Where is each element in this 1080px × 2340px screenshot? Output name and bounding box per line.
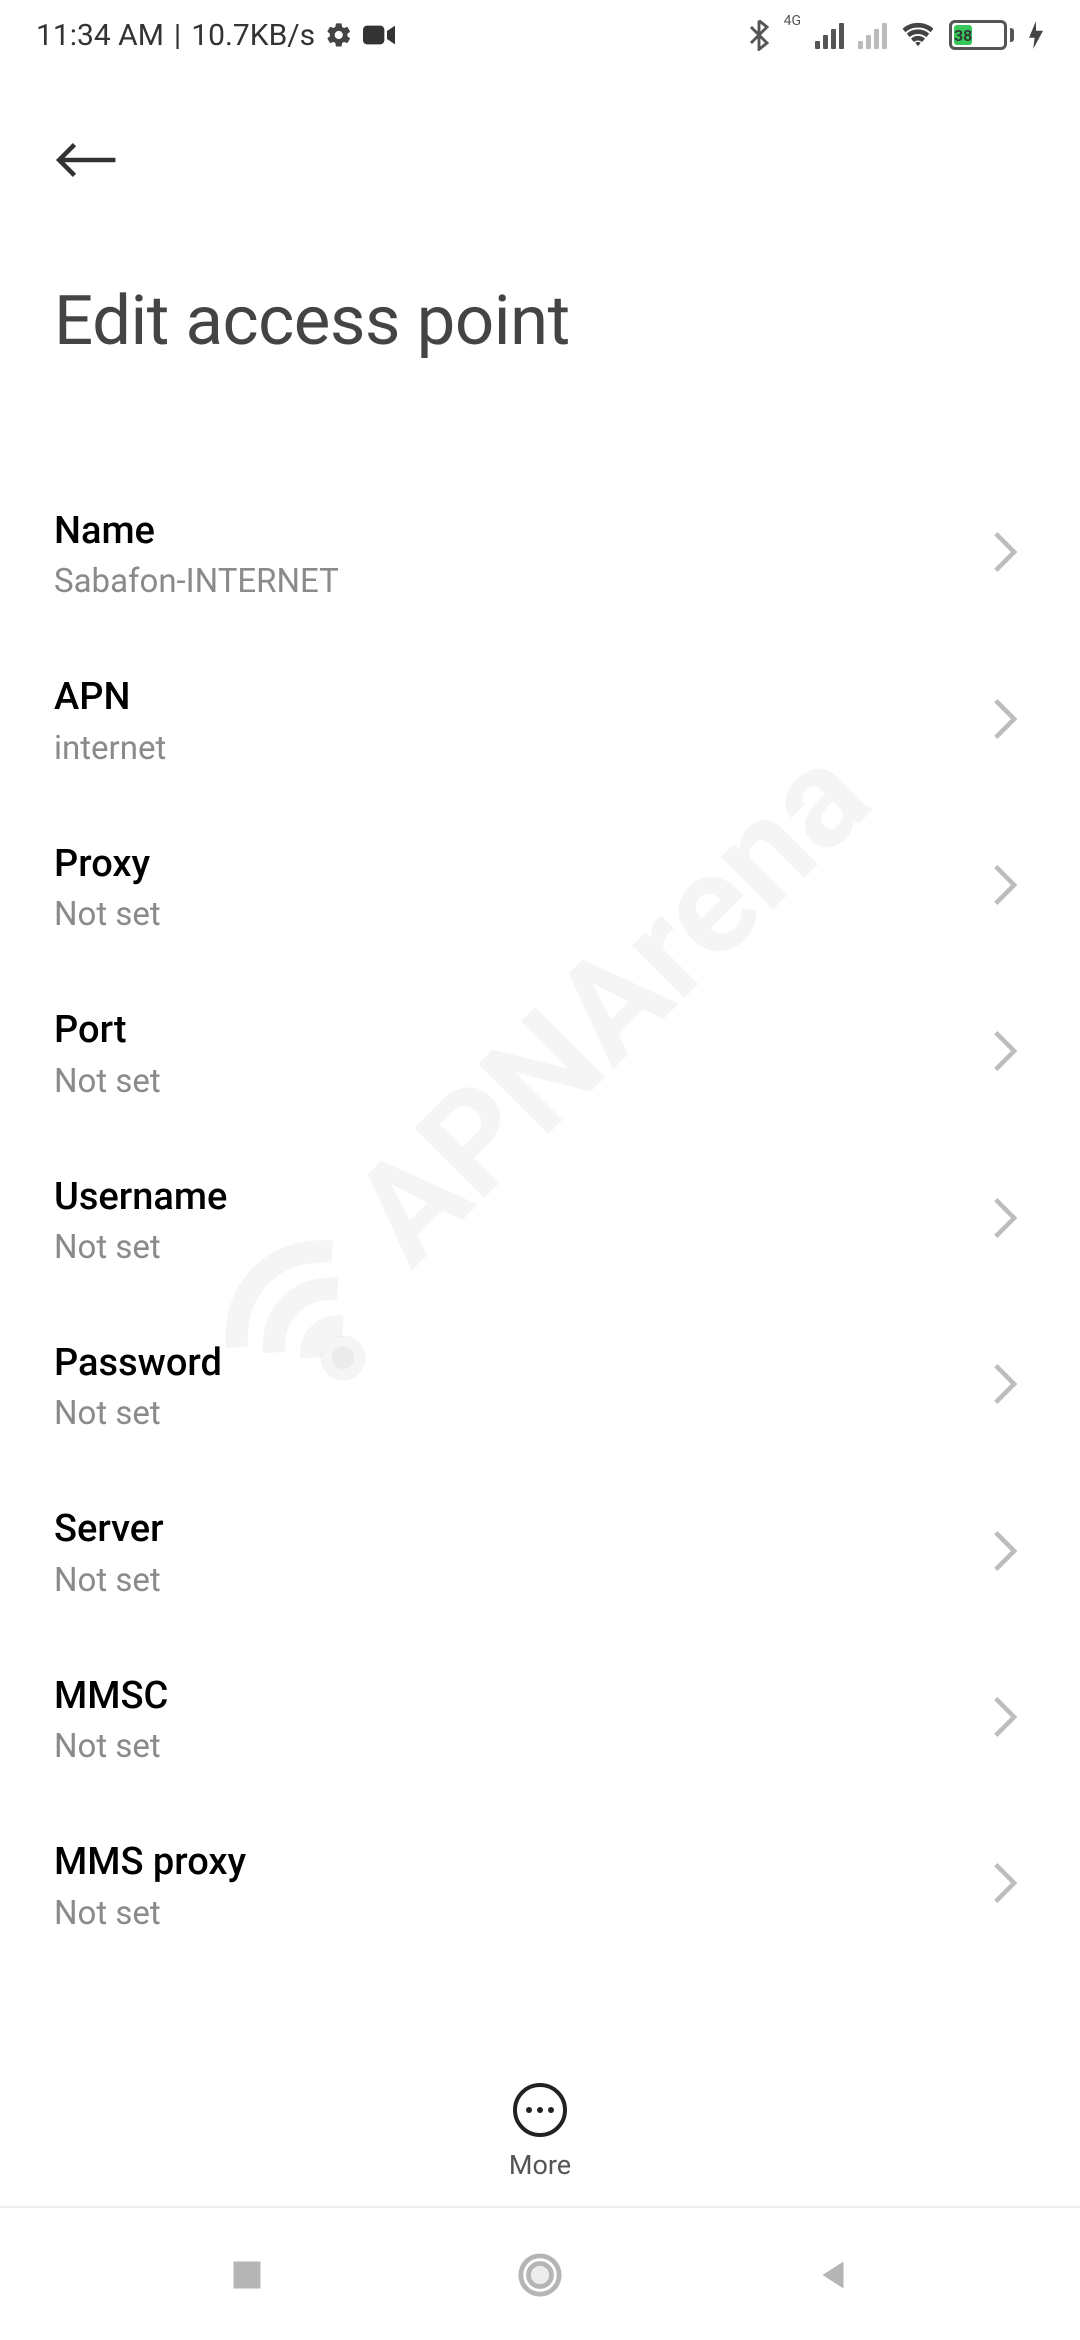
nav-home-button[interactable]: [512, 2248, 567, 2303]
setting-value: Not set: [54, 1894, 972, 1933]
battery-icon: 38: [949, 20, 1014, 50]
chevron-right-icon: [992, 1695, 1018, 1743]
chevron-right-icon: [992, 1196, 1018, 1244]
status-time: 11:34 AM: [36, 18, 164, 53]
chevron-right-icon: [992, 1861, 1018, 1909]
setting-row-server[interactable]: Server Not set: [0, 1469, 1080, 1635]
chevron-right-icon: [992, 697, 1018, 745]
video-icon: [363, 23, 395, 47]
setting-row-mmsc[interactable]: MMSC Not set: [0, 1636, 1080, 1802]
bottom-action-bar: More: [0, 2058, 1080, 2208]
arrow-left-icon: [54, 140, 118, 180]
setting-row-proxy[interactable]: Proxy Not set: [0, 804, 1080, 970]
setting-label: MMSC: [54, 1672, 972, 1721]
setting-value: Not set: [54, 1727, 972, 1766]
wifi-icon: [901, 21, 935, 49]
signal-icon-2: [858, 21, 887, 49]
chevron-right-icon: [992, 863, 1018, 911]
status-left: 11:34 AM | 10.7KB/s: [36, 18, 395, 53]
bluetooth-icon: [748, 19, 770, 51]
setting-row-port[interactable]: Port Not set: [0, 970, 1080, 1136]
gear-icon: [325, 21, 353, 49]
setting-label: Proxy: [54, 840, 972, 889]
setting-label: MMS proxy: [54, 1838, 972, 1887]
status-bar: 11:34 AM | 10.7KB/s 4G 38: [0, 0, 1080, 70]
chevron-right-icon: [992, 1362, 1018, 1410]
chevron-right-icon: [992, 530, 1018, 578]
setting-row-password[interactable]: Password Not set: [0, 1303, 1080, 1469]
navigation-bar: [0, 2210, 1080, 2340]
chevron-right-icon: [992, 1029, 1018, 1077]
page-title: Edit access point: [54, 280, 1026, 361]
setting-label: Port: [54, 1006, 972, 1055]
more-icon: [513, 2083, 567, 2137]
more-button[interactable]: More: [509, 2083, 571, 2181]
setting-row-name[interactable]: Name Sabafon-INTERNET: [0, 471, 1080, 637]
setting-value: Not set: [54, 1228, 972, 1267]
setting-value: Not set: [54, 1062, 972, 1101]
setting-label: Server: [54, 1505, 972, 1554]
setting-value: Not set: [54, 1394, 972, 1433]
nav-back-button[interactable]: [806, 2248, 861, 2303]
setting-row-apn[interactable]: APN internet: [0, 637, 1080, 803]
circle-icon: [517, 2252, 563, 2298]
back-button[interactable]: [54, 120, 134, 200]
header: Edit access point: [0, 70, 1080, 361]
triangle-left-icon: [815, 2255, 851, 2295]
charging-icon: [1028, 21, 1044, 49]
setting-value: Not set: [54, 895, 972, 934]
nav-recents-button[interactable]: [219, 2248, 274, 2303]
setting-row-username[interactable]: Username Not set: [0, 1137, 1080, 1303]
settings-list: Name Sabafon-INTERNET APN internet Proxy…: [0, 471, 1080, 1969]
setting-value: internet: [54, 729, 972, 768]
setting-value: Not set: [54, 1561, 972, 1600]
status-speed: 10.7KB/s: [191, 18, 315, 53]
square-icon: [229, 2257, 265, 2293]
more-label: More: [509, 2149, 571, 2181]
setting-label: Username: [54, 1173, 972, 1222]
setting-label: Password: [54, 1339, 972, 1388]
signal-icon-1: [815, 21, 844, 49]
setting-label: APN: [54, 673, 972, 722]
chevron-right-icon: [992, 1529, 1018, 1577]
setting-value: Sabafon-INTERNET: [54, 562, 972, 601]
status-right: 4G 38: [748, 19, 1044, 51]
setting-label: Name: [54, 507, 972, 556]
network-type-4g: 4G: [784, 13, 801, 29]
setting-row-mms-proxy[interactable]: MMS proxy Not set: [0, 1802, 1080, 1968]
